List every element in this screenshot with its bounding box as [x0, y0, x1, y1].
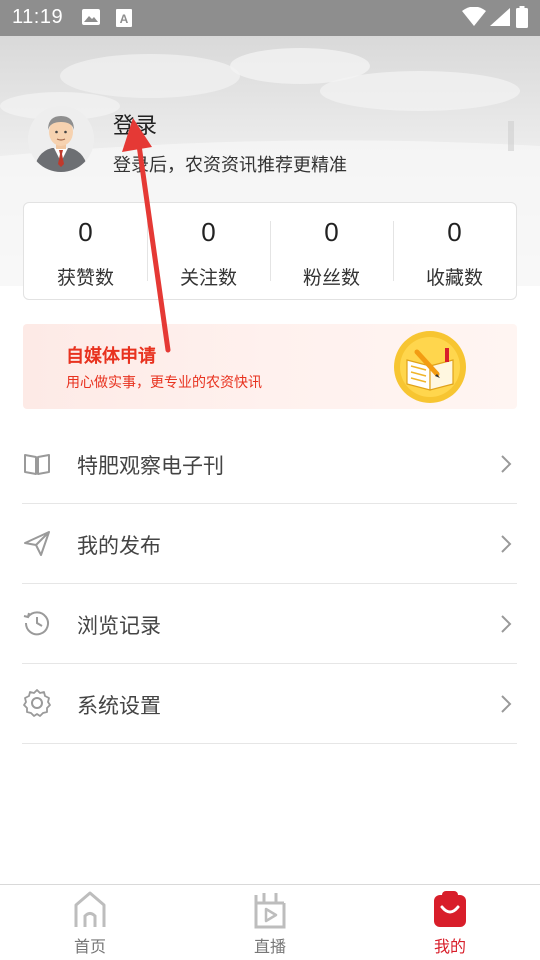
svg-text:A: A: [120, 12, 129, 26]
menu-label: 系统设置: [77, 694, 161, 718]
stats-card: 0 获赞数 0 关注数 0 粉丝数 0 收藏数: [23, 202, 517, 300]
businessman-avatar-icon: [28, 106, 94, 172]
menu-label: 我的发布: [77, 534, 161, 558]
menu-item-e-magazine[interactable]: 特肥观察电子刊: [22, 424, 517, 504]
self-media-apply-banner[interactable]: 自媒体申请 用心做实事，更专业的农资快讯: [23, 324, 517, 409]
live-play-icon: [254, 893, 286, 929]
stat-followers[interactable]: 0 粉丝数: [270, 203, 393, 299]
nav-label: 首页: [73, 937, 106, 956]
tab-live[interactable]: 直播: [180, 885, 360, 960]
tab-mine[interactable]: 我的: [360, 885, 540, 960]
wifi-icon: [462, 7, 486, 26]
nav-label: 我的: [433, 937, 466, 956]
banner-title: 自媒体申请: [66, 346, 156, 367]
stat-favorites[interactable]: 0 收藏数: [393, 203, 516, 299]
profile-icon: [434, 891, 466, 927]
avatar[interactable]: [28, 106, 94, 172]
signal-icon: [490, 8, 510, 26]
login-subtitle: 登录后，农资资讯推荐更精准: [113, 155, 347, 176]
paper-plane-icon: [24, 531, 50, 556]
stat-label: 获赞数: [56, 267, 114, 289]
chevron-right-icon: [501, 535, 512, 553]
chevron-right-icon: [501, 695, 512, 713]
tab-home[interactable]: 首页: [0, 885, 180, 960]
login-button[interactable]: 登录: [113, 108, 157, 140]
chevron-right-icon: [501, 615, 512, 633]
stat-following[interactable]: 0 关注数: [147, 203, 270, 299]
stat-label: 粉丝数: [302, 267, 360, 289]
book-pencil-badge-icon: [394, 331, 466, 403]
stat-value: 0: [201, 217, 216, 247]
menu-item-settings[interactable]: 系统设置: [22, 664, 517, 744]
stat-likes[interactable]: 0 获赞数: [24, 203, 147, 299]
banner-subtitle: 用心做实事，更专业的农资快讯: [66, 375, 262, 391]
stat-label: 关注数: [179, 267, 237, 289]
menu-item-my-posts[interactable]: 我的发布: [22, 504, 517, 584]
menu-item-history[interactable]: 浏览记录: [22, 584, 517, 664]
menu-list: 特肥观察电子刊 我的发布 浏览记录 系统设置: [22, 424, 517, 744]
home-icon: [74, 891, 106, 927]
status-bar: 11:19 A: [0, 0, 540, 36]
stat-value: 0: [78, 217, 93, 247]
a-text-icon: A: [116, 9, 132, 27]
bottom-nav: 首页 直播 我的: [0, 884, 540, 960]
battery-icon: [516, 6, 528, 28]
menu-label: 特肥观察电子刊: [77, 454, 224, 478]
stat-value: 0: [447, 217, 462, 247]
menu-label: 浏览记录: [77, 614, 161, 638]
stat-label: 收藏数: [425, 267, 483, 289]
gear-icon: [23, 689, 51, 717]
image-icon: [82, 9, 100, 25]
stat-value: 0: [324, 217, 339, 247]
chevron-right-icon: [501, 455, 512, 473]
nav-label: 直播: [253, 937, 286, 956]
history-clock-icon: [23, 611, 49, 636]
status-time: 11:19: [12, 6, 64, 28]
book-icon: [24, 454, 50, 475]
